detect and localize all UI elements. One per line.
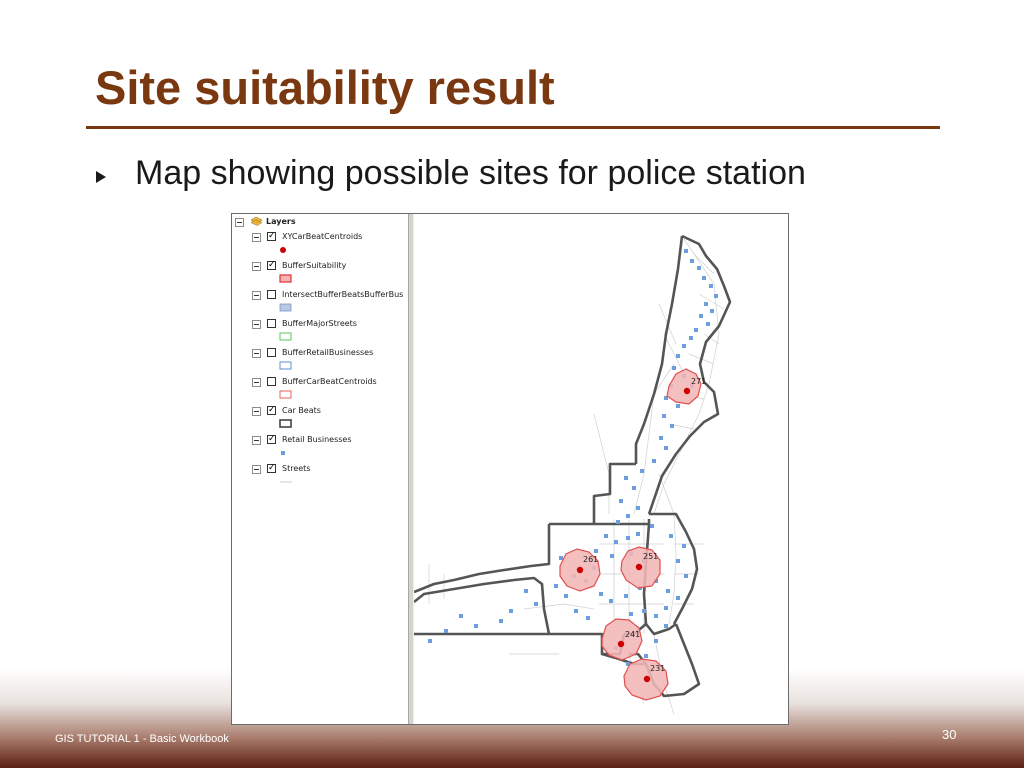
site-label-261: 261 (583, 555, 598, 564)
collapse-icon[interactable] (252, 291, 261, 300)
blue-outline-symbol-icon (279, 361, 292, 370)
dark-outline-symbol-icon (279, 419, 292, 428)
toc-layer-buffermajorstreets[interactable]: BufferMajorStreets (232, 319, 408, 331)
layer-visibility-checkbox[interactable] (267, 259, 276, 271)
collapse-icon[interactable] (235, 218, 244, 227)
title-underline (86, 126, 940, 129)
page-number: 30 (942, 727, 957, 742)
collapse-icon[interactable] (252, 465, 261, 474)
centroid-241 (617, 640, 625, 648)
layer-visibility-checkbox[interactable] (267, 348, 276, 357)
site-label-271: 271 (691, 377, 706, 386)
layer-name: BufferCarBeatCentroids (282, 377, 377, 386)
car-beats-layer (413, 234, 732, 698)
toc-root-layers[interactable]: Layers (232, 217, 402, 229)
red-dot-symbol-icon (280, 247, 286, 253)
collapse-icon[interactable] (252, 320, 261, 329)
toc-root-label: Layers (266, 217, 296, 226)
layers-icon (251, 217, 262, 226)
collapse-icon[interactable] (252, 436, 261, 445)
layer-visibility-checkbox[interactable] (267, 462, 276, 474)
footer-title: GIS TUTORIAL 1 - Basic Workbook (55, 733, 229, 745)
layer-visibility-checkbox[interactable] (267, 433, 276, 445)
layer-name: IntersectBufferBeatsBufferBus (282, 290, 404, 299)
toc-layer-buffersuitability[interactable]: BufferSuitability (232, 259, 408, 273)
layer-name: Retail Businesses (282, 435, 352, 444)
collapse-icon[interactable] (252, 262, 261, 271)
layer-visibility-checkbox[interactable] (267, 230, 276, 242)
green-outline-symbol-icon (279, 332, 292, 341)
centroid-261 (576, 566, 584, 574)
grey-line-symbol-icon (280, 481, 292, 483)
layer-name: Car Beats (282, 406, 321, 415)
layer-name: BufferRetailBusinesses (282, 348, 374, 357)
site-label-241: 241 (625, 630, 640, 639)
streets-layer (428, 238, 725, 715)
red-fill-symbol-icon (279, 274, 292, 283)
layer-name: XYCarBeatCentroids (282, 232, 363, 241)
layer-visibility-checkbox[interactable] (267, 377, 276, 386)
buffer-suitability-layer (559, 368, 702, 701)
centroid-271 (683, 387, 691, 395)
layer-visibility-checkbox[interactable] (267, 290, 276, 299)
collapse-icon[interactable] (252, 349, 261, 358)
site-label-231: 231 (650, 664, 665, 673)
blue-square-symbol-icon (281, 451, 285, 455)
collapse-icon[interactable] (252, 407, 261, 416)
layer-name: BufferMajorStreets (282, 319, 357, 328)
centroid-251 (635, 563, 643, 571)
gis-screenshot: Layers XYCarBeatCentroids BufferSuitabil… (231, 213, 789, 725)
slide-title: Site suitability result (95, 61, 555, 114)
toc-layer-carbeats[interactable]: Car Beats (232, 404, 408, 418)
collapse-icon[interactable] (252, 378, 261, 387)
toc-layer-buffercarbeatcentroids[interactable]: BufferCarBeatCentroids (232, 377, 408, 389)
blue-fill-symbol-icon (279, 303, 292, 312)
toc-layer-bufferretailbusinesses[interactable]: BufferRetailBusinesses (232, 348, 408, 360)
layer-visibility-checkbox[interactable] (267, 404, 276, 416)
bullet-text: Map showing possible sites for police st… (135, 154, 806, 192)
bullet-arrow-icon (96, 171, 106, 183)
map-view[interactable]: 271 261 251 241 231 (413, 214, 788, 724)
red-outline-symbol-icon (279, 390, 292, 399)
suitable-site-241 (601, 618, 643, 661)
table-of-contents: Layers XYCarBeatCentroids BufferSuitabil… (232, 214, 408, 724)
centroid-231 (643, 675, 651, 683)
toc-layer-intersectbufferbeats[interactable]: IntersectBufferBeatsBufferBus (232, 290, 408, 302)
collapse-icon[interactable] (252, 233, 261, 242)
suitable-site-271 (666, 368, 702, 405)
site-label-251: 251 (643, 552, 658, 561)
layer-name: Streets (282, 464, 311, 473)
layer-name: BufferSuitability (282, 261, 347, 270)
toc-layer-xycarbeatcentroids[interactable]: XYCarBeatCentroids (232, 230, 408, 244)
toc-layer-streets[interactable]: Streets (232, 462, 408, 476)
toc-layer-retailbusinesses[interactable]: Retail Businesses (232, 433, 408, 447)
layer-visibility-checkbox[interactable] (267, 319, 276, 328)
map-canvas: 271 261 251 241 231 (413, 234, 732, 715)
